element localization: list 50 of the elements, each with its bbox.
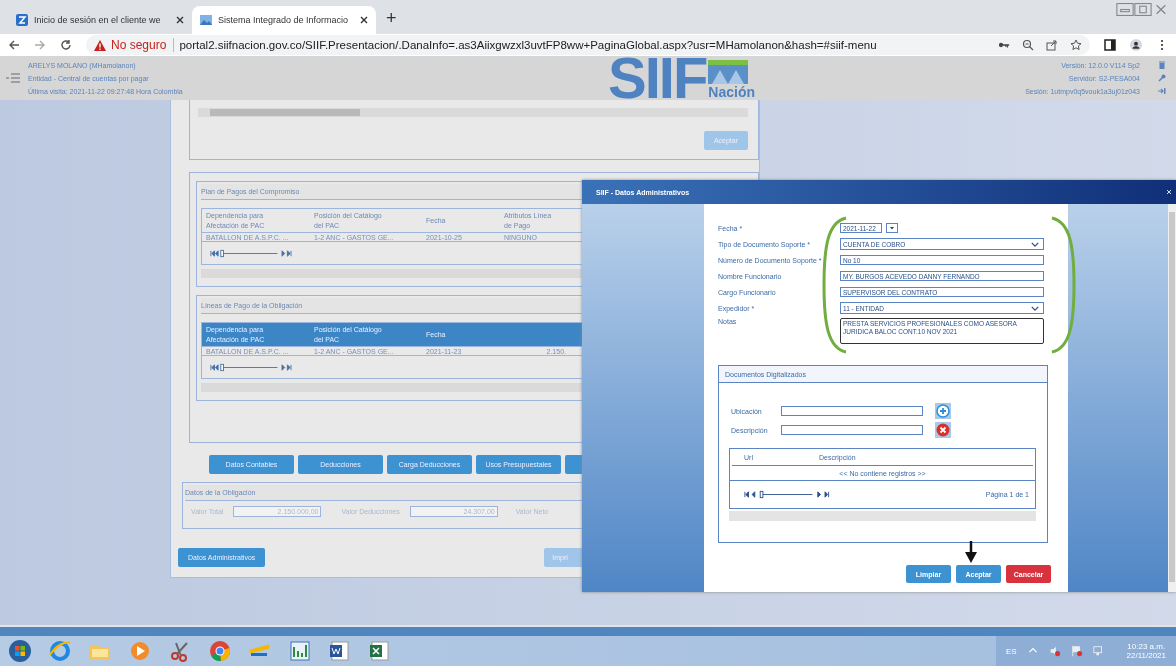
chevron-down-icon (1031, 305, 1039, 311)
media-player-icon[interactable] (128, 639, 152, 663)
security-warning: No seguro (111, 38, 175, 52)
wrench-icon[interactable] (1158, 74, 1166, 82)
warning-icon (94, 39, 106, 51)
image-icon (200, 14, 212, 26)
close-icon[interactable] (176, 16, 184, 24)
remove-icon[interactable] (935, 422, 951, 438)
dropdown-button[interactable] (886, 223, 898, 233)
zoom-icon[interactable] (1022, 39, 1034, 51)
back-arrow-icon[interactable] (8, 39, 20, 51)
flag-icon[interactable] (1070, 645, 1083, 657)
url-text: portal2.siifnacion.gov.co/SIIF.Presentacion/.DanaInfo=.as3Aiixgwzxl3uvtFP8ww+PaginaGlobal.aspx?usr=MHamolanon&hash=#siif-menu (179, 39, 877, 51)
star-icon[interactable] (1070, 39, 1082, 51)
spreadsheet-app-icon[interactable] (368, 639, 392, 663)
profile-icon[interactable] (1130, 39, 1142, 51)
browser-tab[interactable]: Inicio de sesión en el cliente we (8, 6, 192, 34)
address-bar[interactable]: No seguro portal2.siifnacion.gov.co/SIIF.Presentacion/.DanaInfo=.as3Aiixgwzxl3uvtFP8ww+PaginaGlobal.aspx?usr=MHamolanon&hash=#siif-menu (86, 35, 1090, 55)
app-icon (16, 14, 28, 26)
logo-text: SIIF (608, 56, 707, 100)
logo-mark-icon (708, 60, 749, 84)
scrollbar[interactable] (1168, 204, 1176, 592)
chevron-down-icon (1031, 241, 1039, 247)
input-field[interactable] (781, 406, 923, 416)
close-icon[interactable] (360, 16, 368, 24)
pointer-arrow (965, 541, 977, 563)
add-icon[interactable] (935, 403, 951, 419)
scrollbar[interactable] (729, 511, 1036, 521)
speaker-icon[interactable] (1048, 645, 1061, 657)
tab-title: Inicio de sesión en el cliente we (34, 15, 162, 25)
logout-icon[interactable] (1158, 87, 1166, 95)
new-tab-button[interactable]: + (386, 7, 397, 29)
browser-tab[interactable]: Sistema Integrado de Informacio (192, 6, 376, 34)
scrollbar[interactable] (198, 108, 748, 117)
input-field[interactable] (781, 425, 923, 435)
minimize-icon[interactable] (1116, 3, 1134, 16)
restore-icon[interactable] (1134, 3, 1152, 16)
logo-subtitle: Nación (708, 84, 756, 100)
chart-app-icon[interactable] (288, 639, 312, 663)
network-icon[interactable] (1092, 645, 1105, 657)
document-app-icon[interactable] (328, 639, 352, 663)
browser-icon[interactable] (48, 639, 72, 663)
start-button[interactable] (8, 639, 32, 663)
tab-title: Sistema Integrado de Informacio (218, 15, 350, 25)
share-icon[interactable] (1046, 39, 1058, 51)
forward-arrow-icon[interactable] (34, 39, 46, 51)
chrome-icon[interactable] (208, 639, 232, 663)
trash-icon[interactable] (1158, 61, 1166, 69)
reload-icon[interactable] (60, 39, 72, 51)
sidebar-icon[interactable] (1104, 39, 1116, 51)
